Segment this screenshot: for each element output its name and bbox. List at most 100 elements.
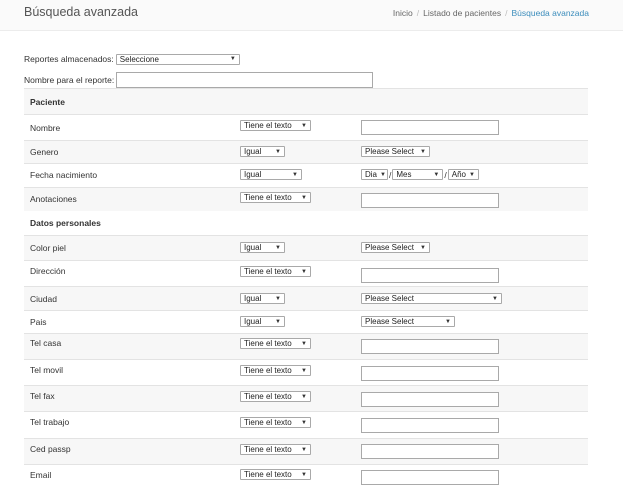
- chevron-down-icon: ▼: [301, 268, 307, 275]
- criteria-row-color-piel: Color piel Igual ▼ Please Select ▼: [24, 235, 588, 260]
- criteria-row-tel-trabajo: Tel trabajo Tiene el texto ▼: [24, 411, 588, 438]
- chevron-down-icon: ▼: [275, 318, 281, 325]
- operator-select[interactable]: Tiene el texto ▼: [240, 192, 311, 203]
- page-title: Búsqueda avanzada: [24, 5, 138, 19]
- field-label: Dirección: [30, 266, 66, 276]
- value-select-value: Please Select: [365, 147, 414, 156]
- criteria-row-nombre: Nombre Tiene el texto ▼: [24, 114, 588, 140]
- operator-select[interactable]: Igual ▼: [240, 242, 285, 253]
- breadcrumb-listado-pacientes[interactable]: Listado de pacientes: [423, 8, 501, 18]
- field-label: Ced passp: [30, 444, 71, 454]
- operator-select[interactable]: Tiene el texto ▼: [240, 391, 311, 402]
- value-select-value: Please Select: [365, 294, 414, 303]
- value-input[interactable]: [361, 268, 499, 283]
- operator-select[interactable]: Tiene el texto ▼: [240, 417, 311, 428]
- day-value: Dia: [365, 170, 378, 179]
- field-label: Tel casa: [30, 338, 62, 348]
- month-select[interactable]: Mes ▼: [392, 169, 444, 180]
- operator-value: Tiene el texto: [244, 470, 292, 479]
- criteria-row-pais: Pais Igual ▼ Please Select ▼: [24, 310, 588, 333]
- value-input[interactable]: [361, 470, 499, 485]
- date-separator: /: [389, 169, 392, 180]
- date-selects: Dia ▼ / Mes ▼ / Año ▼: [361, 169, 479, 180]
- value-select[interactable]: Please Select ▼: [361, 316, 455, 327]
- criteria-row-tel-fax: Tel fax Tiene el texto ▼: [24, 385, 588, 411]
- chevron-down-icon: ▼: [301, 367, 307, 374]
- report-name-label: Nombre para el reporte:: [24, 75, 115, 85]
- criteria-row-tel-casa: Tel casa Tiene el texto ▼: [24, 333, 588, 359]
- search-criteria-grid: Paciente Nombre Tiene el texto ▼ Genero I…: [24, 88, 588, 491]
- value-input[interactable]: [361, 418, 499, 433]
- day-select[interactable]: Dia ▼: [361, 169, 388, 180]
- value-select[interactable]: Please Select ▼: [361, 146, 430, 157]
- section-title: Datos personales: [30, 218, 101, 228]
- field-label: Anotaciones: [30, 194, 77, 204]
- chevron-down-icon: ▼: [420, 244, 426, 251]
- chevron-down-icon: ▼: [301, 122, 307, 129]
- year-select[interactable]: Año ▼: [447, 169, 479, 180]
- operator-select[interactable]: Tiene el texto ▼: [240, 444, 311, 455]
- year-value: Año: [451, 170, 466, 179]
- breadcrumb-separator: /: [416, 8, 420, 18]
- field-label: Tel movil: [30, 365, 64, 375]
- chevron-down-icon: ▼: [275, 148, 281, 155]
- chevron-down-icon: ▼: [468, 171, 475, 178]
- value-input[interactable]: [361, 120, 499, 135]
- breadcrumb-separator: /: [505, 8, 508, 18]
- value-input[interactable]: [361, 392, 499, 407]
- operator-value: Tiene el texto: [244, 267, 292, 276]
- field-label: Genero: [30, 147, 59, 157]
- month-value: Mes: [396, 170, 412, 179]
- operator-value: Tiene el texto: [244, 366, 292, 375]
- operator-select[interactable]: Tiene el texto ▼: [240, 469, 311, 480]
- value-select[interactable]: Please Select ▼: [361, 242, 430, 253]
- section-title: Paciente: [30, 97, 65, 107]
- operator-value: Tiene el texto: [244, 121, 292, 130]
- operator-select[interactable]: Igual ▼: [240, 169, 302, 180]
- chevron-down-icon: ▼: [301, 393, 307, 400]
- page-header: Búsqueda avanzada Inicio / Listado de pa…: [0, 0, 623, 31]
- operator-select[interactable]: Igual ▼: [240, 316, 285, 327]
- stored-reports-value: Seleccione: [119, 54, 159, 64]
- value-select[interactable]: Please Select ▼: [361, 293, 502, 304]
- chevron-down-icon: ▼: [301, 446, 307, 453]
- section-header-paciente: Paciente: [24, 88, 588, 114]
- chevron-down-icon: ▼: [433, 171, 440, 178]
- criteria-row-genero: Genero Igual ▼ Please Select ▼: [24, 140, 588, 163]
- criteria-row-ciudad: Ciudad Igual ▼ Please Select ▼: [24, 286, 588, 310]
- value-input[interactable]: [361, 339, 499, 354]
- chevron-down-icon: ▼: [301, 419, 307, 426]
- operator-value: Tiene el texto: [244, 418, 292, 427]
- report-name-input[interactable]: [116, 72, 374, 88]
- chevron-down-icon: ▼: [445, 318, 451, 325]
- field-label: Ciudad: [30, 294, 57, 304]
- value-input[interactable]: [361, 193, 499, 208]
- value-input[interactable]: [361, 366, 499, 381]
- operator-select[interactable]: Tiene el texto ▼: [240, 120, 311, 131]
- operator-select[interactable]: Tiene el texto ▼: [240, 266, 311, 277]
- operator-value: Igual: [244, 317, 262, 326]
- operator-select[interactable]: Tiene el texto ▼: [240, 338, 311, 349]
- operator-value: Igual: [244, 243, 262, 252]
- field-label: Pais: [30, 317, 47, 327]
- operator-value: Tiene el texto: [244, 392, 292, 401]
- breadcrumb-current: Búsqueda avanzada: [511, 8, 589, 18]
- field-label: Tel trabajo: [30, 417, 70, 427]
- operator-value: Tiene el texto: [244, 193, 292, 202]
- operator-select[interactable]: Igual ▼: [240, 146, 285, 157]
- operator-value: Igual: [244, 147, 262, 156]
- field-label: Nombre: [30, 123, 61, 133]
- breadcrumb-inicio[interactable]: Inicio: [393, 8, 413, 18]
- value-select-value: Please Select: [365, 317, 414, 326]
- operator-value: Igual: [244, 294, 262, 303]
- stored-reports-select[interactable]: Seleccione ▼: [115, 53, 240, 65]
- operator-select[interactable]: Igual ▼: [240, 293, 285, 304]
- operator-select[interactable]: Tiene el texto ▼: [240, 365, 311, 376]
- criteria-row-ced-passp: Ced passp Tiene el texto ▼: [24, 438, 588, 464]
- chevron-down-icon: ▼: [420, 148, 426, 155]
- chevron-down-icon: ▼: [301, 340, 307, 347]
- chevron-down-icon: ▼: [492, 295, 498, 302]
- value-input[interactable]: [361, 444, 499, 459]
- breadcrumb: Inicio / Listado de pacientes / Búsqueda…: [393, 8, 589, 18]
- criteria-row-direccion: Dirección Tiene el texto ▼: [24, 260, 588, 286]
